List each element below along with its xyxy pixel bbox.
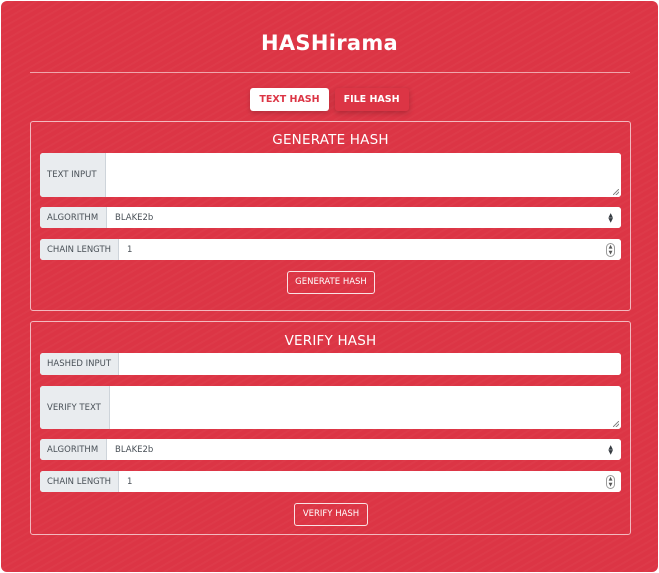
text-input-textarea[interactable] (106, 153, 621, 197)
title-divider (30, 72, 630, 73)
generate-hash-panel: GENERATE HASH TEXT INPUT ALGORITHM BLAKE… (30, 121, 631, 311)
resize-grip-icon[interactable] (613, 421, 619, 427)
verify-algorithm-selected-value: BLAKE2b (115, 444, 154, 455)
tab-file-hash[interactable]: FILE HASH (334, 88, 409, 111)
verify-text-label: VERIFY TEXT (40, 386, 110, 429)
hash-mode-tabs: TEXT HASH FILE HASH (1, 88, 658, 111)
algorithm-select[interactable]: BLAKE2b ▲ ▼ (107, 207, 621, 228)
text-input-label: TEXT INPUT (40, 153, 106, 197)
verify-hash-button[interactable]: VERIFY HASH (294, 503, 368, 526)
hashed-input-group: HASHED INPUT (40, 353, 621, 375)
chain-length-group: CHAIN LENGTH 1 ▲ ▼ (40, 239, 621, 260)
verify-algorithm-label: ALGORITHM (40, 439, 107, 460)
app-title: HASHirama (260, 31, 398, 55)
generate-hash-title: GENERATE HASH (272, 132, 389, 148)
resize-grip-icon[interactable] (613, 189, 619, 195)
verify-hash-title: VERIFY HASH (284, 333, 377, 349)
generate-hash-button[interactable]: GENERATE HASH (287, 271, 375, 294)
verify-algorithm-select[interactable]: BLAKE2b ▲ ▼ (107, 439, 621, 460)
text-input-group: TEXT INPUT (40, 153, 621, 197)
number-spinner-icon[interactable]: ▲ ▼ (606, 242, 615, 257)
chain-length-value: 1 (127, 244, 133, 255)
chain-length-input[interactable]: 1 ▲ ▼ (119, 239, 621, 260)
algorithm-group: ALGORITHM BLAKE2b ▲ ▼ (40, 207, 621, 228)
app-container: HASHirama TEXT HASH FILE HASH GENERATE H… (1, 1, 658, 572)
select-arrows-icon: ▲ ▼ (608, 443, 613, 456)
algorithm-selected-value: BLAKE2b (115, 212, 154, 223)
verify-text-textarea[interactable] (110, 386, 621, 429)
select-arrows-icon: ▲ ▼ (608, 211, 613, 224)
chain-length-label: CHAIN LENGTH (40, 239, 119, 260)
algorithm-label: ALGORITHM (40, 207, 107, 228)
number-spinner-icon[interactable]: ▲ ▼ (606, 474, 615, 489)
verify-hash-panel: VERIFY HASH HASHED INPUT VERIFY TEXT ALG… (30, 321, 631, 535)
hashed-input-field[interactable] (119, 353, 621, 375)
hashed-input-label: HASHED INPUT (40, 353, 119, 375)
verify-algorithm-group: ALGORITHM BLAKE2b ▲ ▼ (40, 439, 621, 460)
verify-chain-length-group: CHAIN LENGTH 1 ▲ ▼ (40, 471, 621, 492)
verify-chain-length-input[interactable]: 1 ▲ ▼ (119, 471, 621, 492)
verify-chain-length-label: CHAIN LENGTH (40, 471, 119, 492)
verify-text-group: VERIFY TEXT (40, 386, 621, 429)
verify-chain-length-value: 1 (127, 476, 133, 487)
tab-text-hash[interactable]: TEXT HASH (250, 88, 329, 111)
